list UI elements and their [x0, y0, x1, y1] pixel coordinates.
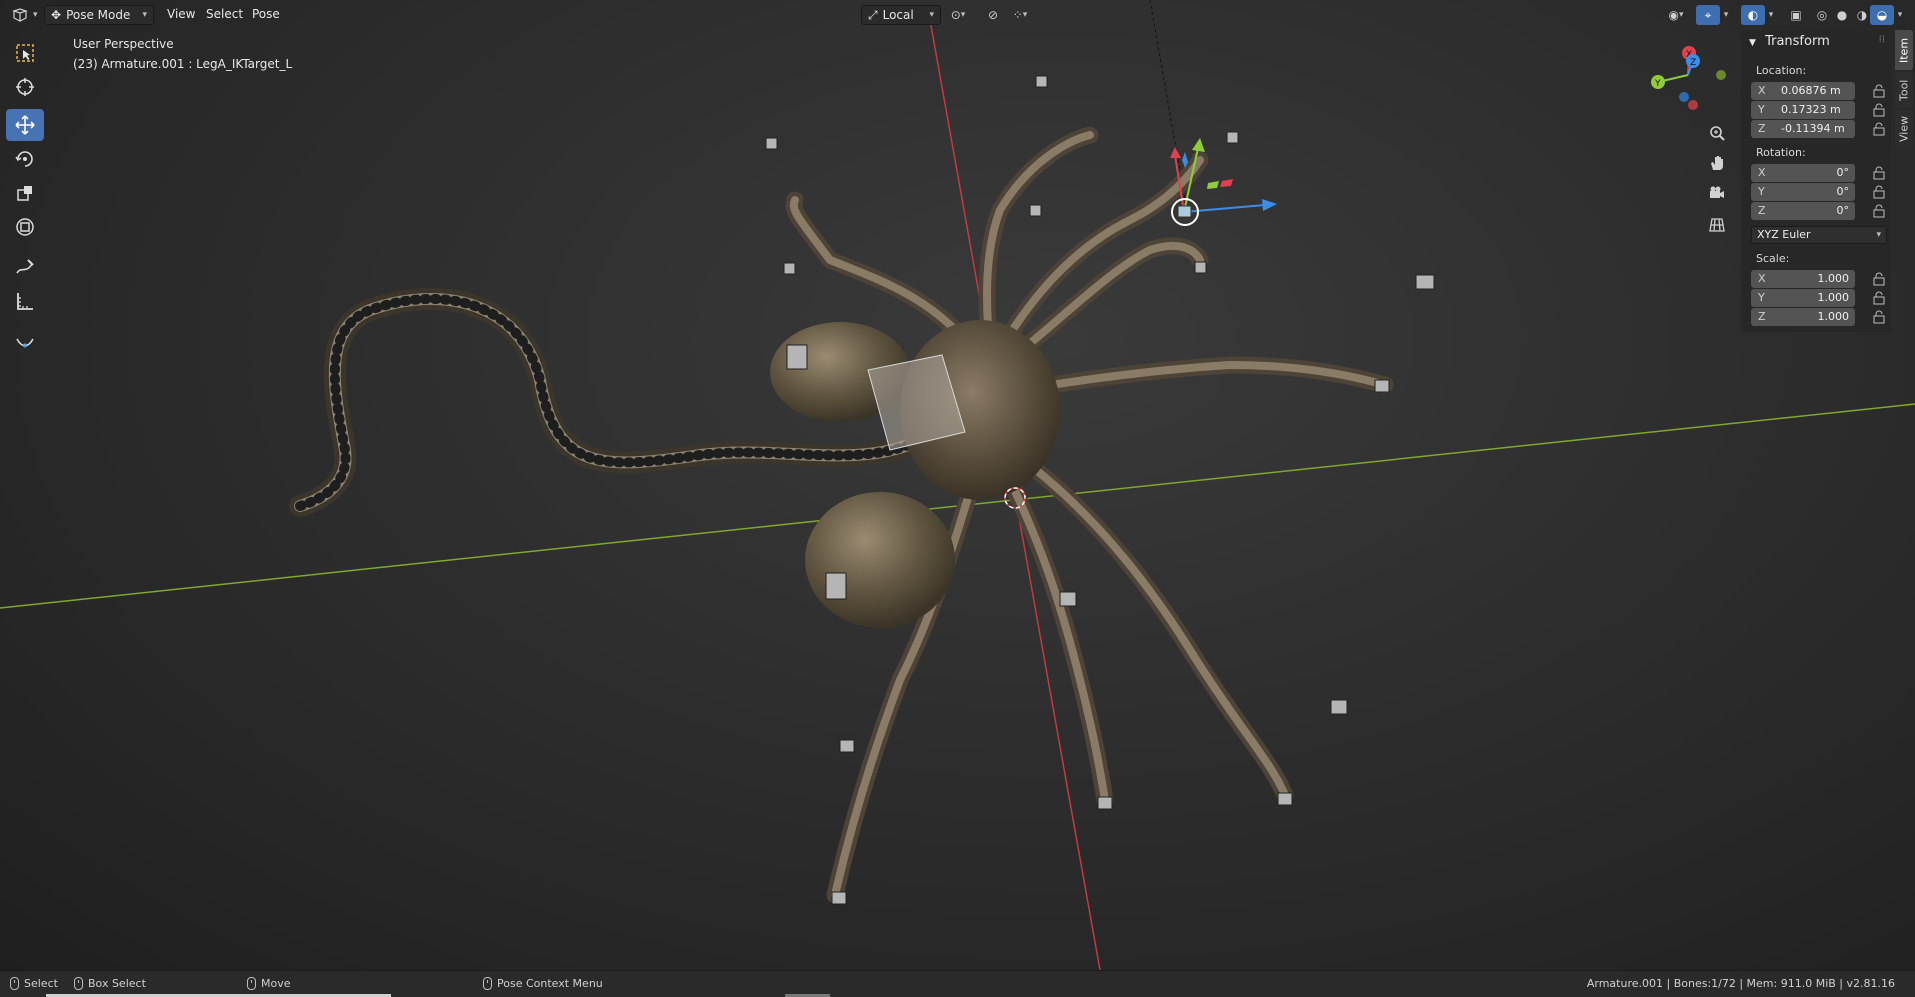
chevron-down-icon[interactable]: ▾ — [1718, 5, 1734, 25]
curve-icon — [16, 338, 34, 348]
scale-y-field[interactable]: Y 1.000 — [1751, 289, 1855, 307]
transform-panel: ▼ Transform ⁞⁞ Location: X 0.06876 m Y 0.1… — [1741, 30, 1891, 332]
lock-icon[interactable] — [1872, 310, 1886, 324]
rotation-z-field[interactable]: Z 0° — [1751, 202, 1855, 220]
lock-icon[interactable] — [1872, 84, 1886, 98]
gizmo-toggle-icon[interactable]: ⌖ — [1696, 5, 1720, 25]
pose-mode-icon: ✥ — [51, 8, 62, 22]
scale-label: Scale: — [1756, 252, 1790, 265]
active-object-label: (23) Armature.001 : LegA_IKTarget_L — [73, 57, 293, 71]
measure-tool[interactable] — [6, 285, 44, 317]
snap-target-icon[interactable]: ⁘ ▾ — [1005, 5, 1035, 25]
chevron-down-icon: ▾ — [33, 10, 38, 20]
zoom-icon[interactable] — [1704, 120, 1730, 146]
cursor-icon — [16, 78, 34, 96]
snap-icon[interactable]: ⊘ — [981, 5, 1005, 25]
xray-icon[interactable]: ▣ — [1784, 5, 1808, 25]
status-move: Move — [247, 977, 291, 990]
navigation-gizmo[interactable]: X Z Y — [1640, 40, 1740, 120]
mouse-middle-icon — [247, 977, 256, 990]
rotation-mode-dropdown[interactable]: XYZ Euler ▾ — [1751, 226, 1887, 244]
rotate-tool[interactable] — [6, 143, 44, 175]
transform-icon — [16, 218, 34, 236]
viewport-header: ▾ ✥ Pose Mode ▾ View Select Pose ⤢ Local… — [0, 0, 1915, 30]
scale-x-field[interactable]: X 1.000 — [1751, 270, 1855, 288]
3d-viewport[interactable]: User Perspective (23) Armature.001 : Leg… — [0, 0, 1915, 970]
mouse-drag-icon — [74, 977, 83, 990]
lock-icon[interactable] — [1872, 204, 1886, 218]
scene-render — [0, 0, 1915, 970]
transform-orientation-dropdown[interactable]: ⤢ Local ▾ — [861, 5, 941, 25]
collapse-arrow-icon: ▼ — [1749, 38, 1756, 48]
rotation-y-field[interactable]: Y 0° — [1751, 183, 1855, 201]
location-y-field[interactable]: Y 0.17323 m — [1751, 101, 1855, 119]
scale-icon — [17, 186, 32, 201]
scale-tool[interactable] — [6, 177, 44, 209]
panel-title: Transform — [1765, 34, 1830, 49]
grid-perspective-icon[interactable] — [1704, 212, 1730, 238]
lock-icon[interactable] — [1872, 166, 1886, 180]
status-box-select: Box Select — [74, 977, 146, 990]
lower-sac — [805, 492, 955, 628]
editor-type-icon — [12, 8, 28, 22]
hand-pan-icon[interactable] — [1704, 150, 1730, 176]
status-context-menu: Pose Context Menu — [483, 977, 603, 990]
mode-dropdown[interactable]: ✥ Pose Mode ▾ — [44, 5, 154, 25]
mode-label: Pose Mode — [66, 8, 131, 22]
chevron-down-icon: ▾ — [1876, 230, 1881, 240]
lock-icon[interactable] — [1872, 291, 1886, 305]
editor-type-button[interactable]: ▾ — [6, 5, 44, 25]
scene-statistics: Armature.001 | Bones:1/72 | Mem: 911.0 M… — [1586, 977, 1895, 990]
breakdowner-tool[interactable] — [6, 325, 44, 357]
camera-icon[interactable] — [1704, 180, 1730, 206]
rotate-icon — [15, 151, 33, 167]
select-box-icon — [16, 44, 34, 62]
rendered-shading-icon[interactable]: ◒ — [1870, 5, 1894, 25]
panel-header[interactable]: ▼ Transform — [1749, 34, 1830, 49]
cursor-tool[interactable] — [6, 71, 44, 103]
select-box-tool[interactable] — [6, 37, 44, 69]
menu-pose[interactable]: Pose — [252, 7, 280, 21]
sidebar-tabs: Item Tool View — [1895, 30, 1915, 150]
menu-select[interactable]: Select — [206, 7, 243, 21]
chevron-down-icon[interactable]: ▾ — [1892, 5, 1908, 25]
mouse-right-icon — [483, 977, 492, 990]
chevron-down-icon: ▾ — [929, 10, 934, 20]
perspective-label: User Perspective — [73, 37, 174, 51]
visibility-icon[interactable]: ◉ ▾ — [1662, 5, 1690, 25]
transform-tool[interactable] — [6, 211, 44, 243]
move-icon — [15, 115, 35, 135]
orientation-icon: ⤢ — [868, 7, 878, 22]
tab-item[interactable]: Item — [1895, 30, 1913, 70]
menu-view[interactable]: View — [167, 7, 195, 21]
annotate-icon — [16, 259, 34, 274]
status-select: Select — [10, 977, 58, 990]
gizmo-y-label: Y — [1654, 79, 1661, 89]
pivot-point-icon[interactable]: ⊙ ▾ — [946, 5, 970, 25]
overlay-toggle-icon[interactable]: ◐ — [1741, 5, 1765, 25]
chevron-down-icon[interactable]: ▾ — [1763, 5, 1779, 25]
drag-handle-icon[interactable]: ⁞⁞ — [1879, 34, 1885, 45]
move-tool[interactable] — [6, 109, 44, 141]
lock-icon[interactable] — [1872, 185, 1886, 199]
mouse-left-icon — [10, 977, 19, 990]
lock-icon[interactable] — [1872, 272, 1886, 286]
orientation-label: Local — [882, 8, 914, 22]
annotate-tool[interactable] — [6, 251, 44, 283]
gizmo-z-label: Z — [1690, 58, 1696, 68]
scale-z-field[interactable]: Z 1.000 — [1751, 308, 1855, 326]
chevron-down-icon: ▾ — [142, 10, 147, 20]
location-z-field[interactable]: Z -0.11394 m — [1751, 120, 1855, 138]
measure-icon — [17, 293, 33, 310]
rotation-label: Rotation: — [1756, 146, 1806, 159]
tab-view[interactable]: View — [1895, 110, 1913, 148]
status-bar: Select Box Select Move Pose Context Menu… — [0, 970, 1915, 997]
lock-icon[interactable] — [1872, 103, 1886, 117]
lock-icon[interactable] — [1872, 122, 1886, 136]
location-label: Location: — [1756, 64, 1807, 77]
rotation-x-field[interactable]: X 0° — [1751, 164, 1855, 182]
tab-tool[interactable]: Tool — [1895, 72, 1913, 108]
location-x-field[interactable]: X 0.06876 m — [1751, 82, 1855, 100]
